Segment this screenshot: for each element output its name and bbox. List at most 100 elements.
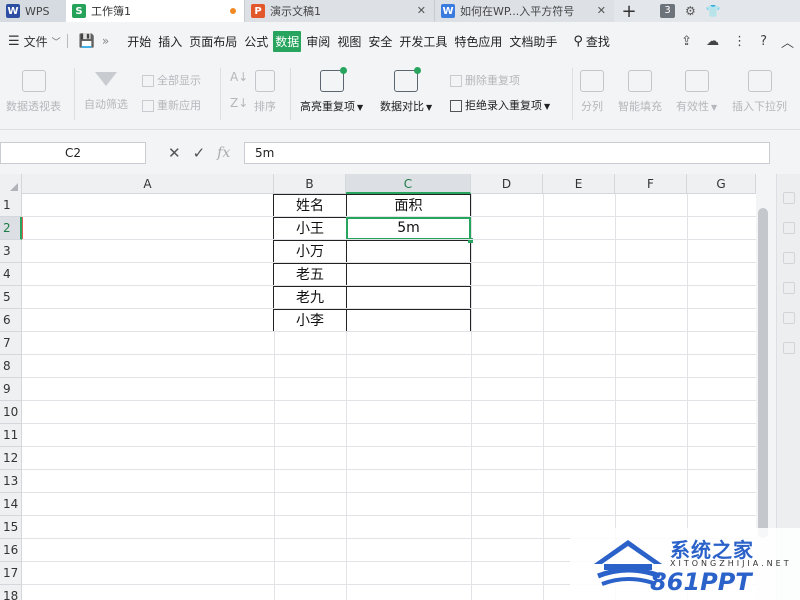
- more-chevron-icon[interactable]: »: [100, 34, 111, 48]
- show-all-button[interactable]: 全部显示: [142, 72, 201, 88]
- sort-button[interactable]: 排序: [254, 70, 276, 114]
- reapply-button[interactable]: 重新应用: [142, 97, 201, 113]
- row-header-5[interactable]: 5: [0, 286, 22, 309]
- row-header-6[interactable]: 6: [0, 309, 22, 332]
- name-cell[interactable]: 小王: [273, 217, 347, 240]
- row-header-2[interactable]: 2: [0, 217, 22, 240]
- name-cell[interactable]: 老五: [273, 263, 347, 286]
- active-cell-c2[interactable]: 5m: [346, 217, 471, 240]
- row-header-16[interactable]: 16: [0, 539, 22, 562]
- side-tool-icon[interactable]: [782, 342, 795, 354]
- menu-item-insert[interactable]: 插入: [156, 33, 184, 50]
- col-header-f[interactable]: F: [615, 174, 687, 194]
- tab-presentation[interactable]: P 演示文稿1 ✕: [244, 0, 434, 22]
- col-header-a[interactable]: A: [22, 174, 274, 194]
- highlight-duplicates-button[interactable]: 高亮重复项 ▼: [300, 67, 363, 114]
- window-count-badge[interactable]: 3: [660, 4, 675, 18]
- autofilter-button[interactable]: 自动筛选: [84, 72, 128, 112]
- new-tab-button[interactable]: +: [614, 0, 644, 22]
- row-header-3[interactable]: 3: [0, 240, 22, 263]
- row-header-18[interactable]: 18: [0, 585, 22, 600]
- remove-duplicates-button[interactable]: 删除重复项: [450, 72, 520, 88]
- share-icon[interactable]: ⇪: [681, 34, 692, 49]
- tab-workbook[interactable]: S 工作簿1: [66, 0, 244, 22]
- menu-item-special[interactable]: 特色应用: [452, 33, 504, 50]
- help-icon[interactable]: ?: [760, 34, 767, 49]
- col-header-b[interactable]: B: [274, 174, 346, 194]
- name-box[interactable]: C2: [0, 142, 146, 164]
- collapse-ribbon-icon[interactable]: ︿: [781, 32, 794, 51]
- cloud-icon[interactable]: ☁: [706, 34, 719, 49]
- col-header-c[interactable]: C: [346, 174, 471, 194]
- side-tool-icon[interactable]: [782, 252, 795, 264]
- row-header-15[interactable]: 15: [0, 516, 22, 539]
- area-cell[interactable]: [346, 240, 471, 263]
- remove-duplicates-label: 删除重复项: [465, 74, 520, 87]
- header-name-cell[interactable]: 姓名: [273, 194, 347, 217]
- formula-input[interactable]: 5m: [244, 142, 770, 164]
- side-tool-icon[interactable]: [782, 222, 795, 234]
- menu-item-formula[interactable]: 公式: [242, 33, 270, 50]
- validity-button[interactable]: 有效性 ▼: [676, 70, 717, 114]
- search-button[interactable]: ⚲ 查找: [573, 33, 610, 50]
- row-gridline: [22, 239, 756, 240]
- menu-item-home[interactable]: 开始: [125, 33, 153, 50]
- row-header-8[interactable]: 8: [0, 355, 22, 378]
- row-header-4[interactable]: 4: [0, 263, 22, 286]
- menu-item-doc-assistant[interactable]: 文档助手: [507, 33, 559, 50]
- menu-item-developer[interactable]: 开发工具: [397, 33, 449, 50]
- area-cell[interactable]: [346, 286, 471, 309]
- col-header-g[interactable]: G: [687, 174, 756, 194]
- smart-fill-button[interactable]: 智能填充: [618, 70, 662, 114]
- reject-duplicates-button[interactable]: 拒绝录入重复项 ▼: [450, 97, 550, 113]
- row-header-14[interactable]: 14: [0, 493, 22, 516]
- name-cell[interactable]: 小万: [273, 240, 347, 263]
- menu-item-data[interactable]: 数据: [273, 30, 302, 52]
- more-icon[interactable]: ⋮: [733, 34, 746, 49]
- settings-gear-icon[interactable]: ⚙: [685, 4, 696, 18]
- row-header-13[interactable]: 13: [0, 470, 22, 493]
- header-area-cell[interactable]: 面积: [346, 194, 471, 217]
- insert-dropdown-button[interactable]: 插入下拉列: [732, 70, 787, 114]
- row-header-17[interactable]: 17: [0, 562, 22, 585]
- data-compare-icon: [394, 67, 422, 92]
- name-cell[interactable]: 老九: [273, 286, 347, 309]
- row-gridline: [22, 469, 756, 470]
- tab-document[interactable]: W 如何在WP...入平方符号 ✕: [434, 0, 614, 22]
- data-compare-button[interactable]: 数据对比 ▼: [380, 67, 432, 114]
- confirm-check-icon[interactable]: ✓: [193, 144, 206, 162]
- row-header-11[interactable]: 11: [0, 424, 22, 447]
- area-cell[interactable]: [346, 263, 471, 286]
- function-fx-icon[interactable]: fx: [217, 145, 230, 161]
- side-tool-icon[interactable]: [782, 192, 795, 204]
- scrollbar-thumb[interactable]: [758, 208, 768, 538]
- menu-item-page-layout[interactable]: 页面布局: [187, 33, 239, 50]
- menu-item-security[interactable]: 安全: [366, 33, 394, 50]
- close-icon[interactable]: ✕: [417, 4, 426, 17]
- pivot-table-button[interactable]: 数据透视表: [6, 70, 61, 114]
- row-gridline: [22, 285, 756, 286]
- menu-item-review[interactable]: 审阅: [304, 33, 332, 50]
- area-cell[interactable]: [346, 309, 471, 332]
- file-menu[interactable]: ☰ 文件 ﹀: [8, 33, 61, 50]
- col-header-d[interactable]: D: [471, 174, 543, 194]
- skin-shirt-icon[interactable]: 👕: [706, 4, 721, 18]
- row-header-7[interactable]: 7: [0, 332, 22, 355]
- tab-wps-home[interactable]: W WPS: [0, 0, 66, 22]
- sort-asc-icon[interactable]: A↓: [230, 70, 248, 84]
- side-tool-icon[interactable]: [782, 282, 795, 294]
- menu-item-view[interactable]: 视图: [335, 33, 363, 50]
- row-header-9[interactable]: 9: [0, 378, 22, 401]
- side-tool-icon[interactable]: [782, 312, 795, 324]
- row-header-10[interactable]: 10: [0, 401, 22, 424]
- split-column-button[interactable]: 分列: [580, 70, 604, 114]
- sort-desc-icon[interactable]: Z↓: [230, 96, 248, 110]
- close-icon[interactable]: ✕: [597, 4, 606, 17]
- col-header-e[interactable]: E: [543, 174, 615, 194]
- save-icon[interactable]: 💾: [77, 34, 97, 49]
- select-all-corner[interactable]: [0, 174, 22, 194]
- cancel-icon[interactable]: ✕: [168, 144, 181, 162]
- row-header-12[interactable]: 12: [0, 447, 22, 470]
- row-header-1[interactable]: 1: [0, 194, 22, 217]
- name-cell[interactable]: 小李: [273, 309, 347, 332]
